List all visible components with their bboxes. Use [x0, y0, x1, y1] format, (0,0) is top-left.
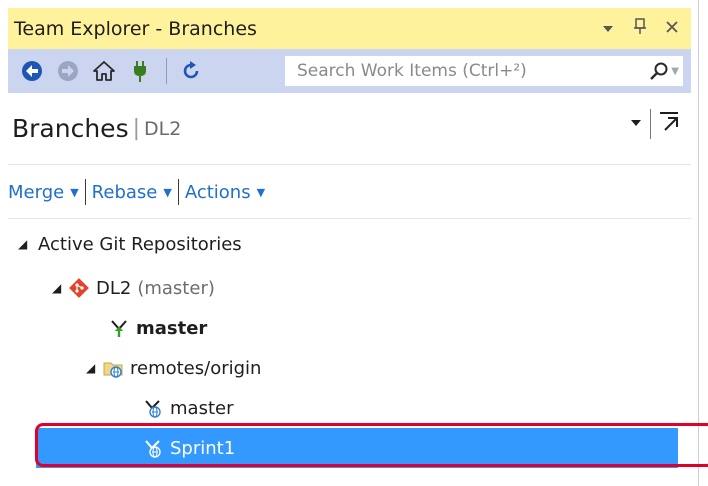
remote-folder-icon — [100, 355, 126, 381]
repository-name: DL2 — [144, 117, 182, 140]
expand-triangle-icon[interactable]: ◢ — [18, 237, 32, 251]
page-dropdown-icon[interactable] — [630, 117, 642, 131]
actions-caret-icon: ▼ — [256, 185, 266, 199]
search-icon[interactable]: ▼ — [649, 61, 683, 81]
actions-link[interactable]: Actions ▼ — [185, 182, 265, 203]
toolbar-separator — [166, 58, 167, 84]
forward-icon[interactable] — [54, 57, 82, 85]
git-repository-icon — [66, 275, 92, 301]
merge-link[interactable]: Merge ▼ — [8, 182, 79, 203]
rebase-link[interactable]: Rebase ▼ — [92, 182, 172, 203]
tree-item-repository[interactable]: ◢ DL2 (master) — [8, 268, 691, 308]
page-title: Branches — [12, 114, 129, 143]
tree-item-active-repositories[interactable]: ◢ Active Git Repositories — [8, 224, 691, 264]
toolbar: Search Work Items (Ctrl+²) ▼ — [8, 49, 691, 93]
dropdown-icon[interactable] — [599, 19, 617, 39]
header-vertical-separator — [650, 109, 651, 139]
rebase-label: Rebase — [91, 181, 158, 203]
highlight-box — [35, 423, 708, 467]
expand-triangle-icon[interactable]: ◢ — [86, 361, 100, 375]
undock-icon[interactable] — [657, 110, 681, 138]
home-icon[interactable] — [90, 57, 118, 85]
action-separator — [84, 179, 86, 205]
back-icon[interactable] — [18, 57, 46, 85]
header-controls — [630, 109, 681, 139]
tree-item-remotes-origin[interactable]: ◢ remotes/origin — [8, 348, 691, 388]
remote-group-label: remotes/origin — [130, 357, 262, 379]
search-options-dropdown-icon[interactable]: ▼ — [671, 66, 679, 77]
local-branch-label: master — [136, 317, 208, 339]
close-icon[interactable] — [663, 19, 681, 39]
remote-branch-icon — [140, 395, 166, 421]
repository-current-branch: (master) — [137, 277, 215, 299]
refresh-icon[interactable] — [177, 57, 205, 85]
rebase-caret-icon: ▼ — [163, 185, 172, 199]
actions-divider — [8, 218, 691, 219]
action-separator — [177, 179, 179, 205]
actions-label: Actions — [184, 181, 251, 203]
page-header: Branches | DL2 — [8, 93, 691, 165]
connect-icon[interactable] — [126, 57, 154, 85]
repository-name-label: DL2 — [96, 277, 132, 299]
local-branch-icon — [106, 315, 132, 341]
tree-item-local-branch[interactable]: master — [8, 308, 691, 348]
remote-branch-label: master — [170, 397, 234, 419]
team-explorer-panel: Team Explorer - Branches Search Work Ite… — [0, 0, 699, 486]
pin-icon[interactable] — [631, 17, 649, 40]
window-controls — [599, 17, 691, 40]
tree-label: Active Git Repositories — [38, 233, 242, 255]
window-title: Team Explorer - Branches — [14, 17, 257, 40]
header-separator: | — [132, 116, 141, 141]
tree-item-remote-branch-master[interactable]: master — [8, 388, 691, 428]
title-bar: Team Explorer - Branches — [8, 8, 691, 49]
search-placeholder: Search Work Items (Ctrl+²) — [297, 61, 527, 81]
search-work-items-input[interactable]: Search Work Items (Ctrl+²) ▼ — [284, 55, 684, 87]
merge-caret-icon: ▼ — [70, 185, 79, 199]
merge-label: Merge — [8, 181, 65, 203]
branch-actions: Merge ▼ Rebase ▼ Actions ▼ — [8, 172, 265, 212]
expand-triangle-icon[interactable]: ◢ — [52, 281, 66, 295]
